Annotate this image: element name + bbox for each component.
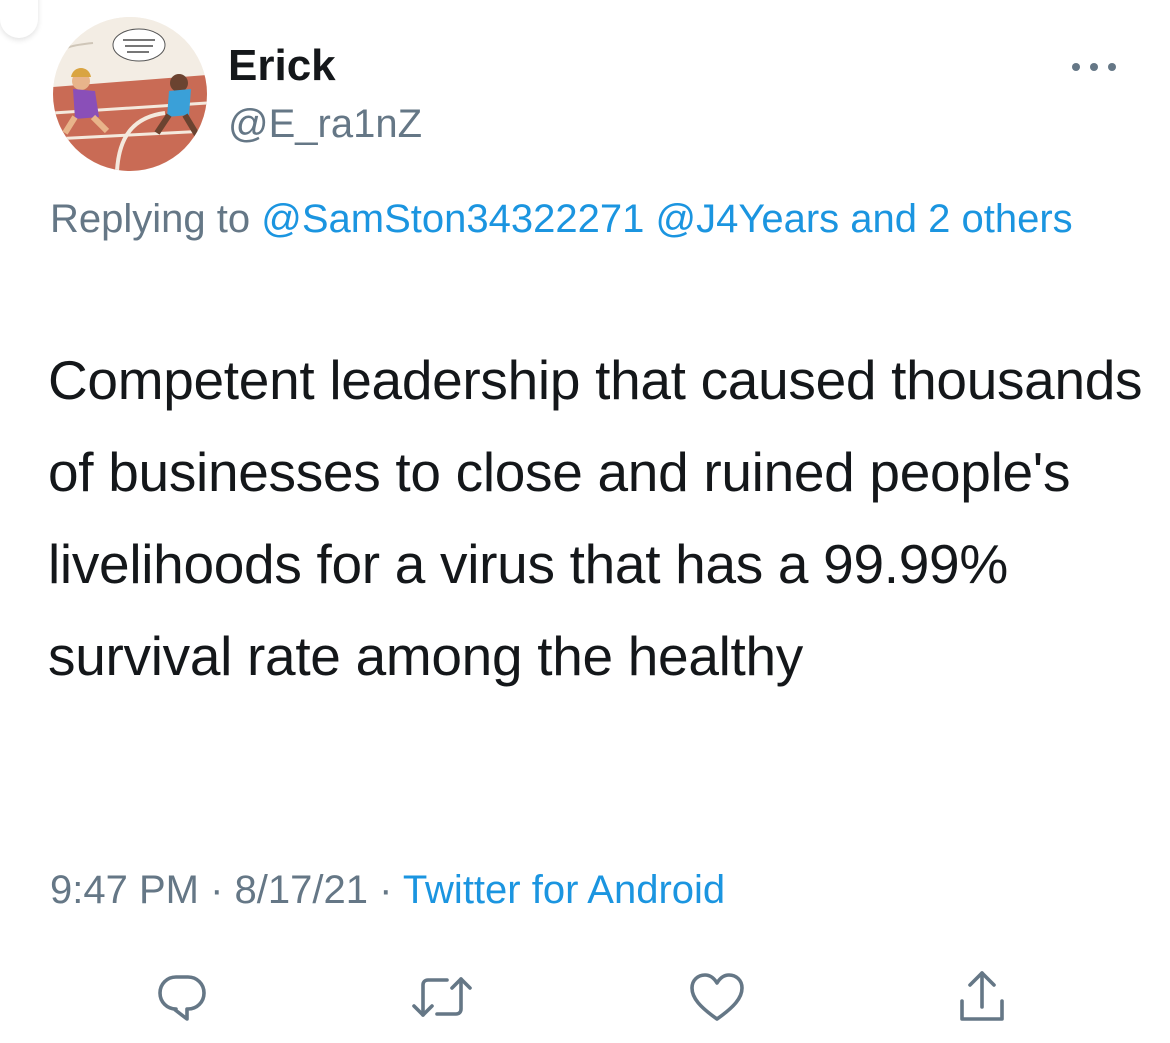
more-options-button[interactable] xyxy=(1066,52,1122,82)
reply-button[interactable] xyxy=(151,966,213,1028)
meta-separator: · xyxy=(198,868,235,912)
reply-prefix: Replying to xyxy=(50,197,262,241)
meta-separator: · xyxy=(367,868,403,912)
action-bar xyxy=(0,966,1170,1028)
tweet-time: 9:47 PM xyxy=(50,868,199,912)
tweet-text: Competent leadership that caused thousan… xyxy=(48,349,1143,687)
mention-link[interactable]: @SamSton34322271 xyxy=(261,197,644,241)
display-name[interactable]: Erick xyxy=(228,38,422,94)
tweet-source-link[interactable]: Twitter for Android xyxy=(403,868,725,912)
retweet-button[interactable] xyxy=(411,966,473,1028)
more-horizontal-icon xyxy=(1072,63,1116,71)
tweet-metadata: 9:47 PM · 8/17/21 · Twitter for Android xyxy=(50,862,725,918)
share-button[interactable] xyxy=(951,966,1013,1028)
like-button[interactable] xyxy=(686,966,748,1028)
user-handle[interactable]: @E_ra1nZ xyxy=(228,98,422,150)
scroll-indicator xyxy=(0,0,38,38)
retweet-icon xyxy=(412,977,472,1017)
reply-icon xyxy=(158,975,206,1021)
avatar[interactable] xyxy=(53,17,207,171)
share-icon xyxy=(960,971,1004,1021)
author-block[interactable]: Erick @E_ra1nZ xyxy=(228,38,422,150)
tweet-date: 8/17/21 xyxy=(234,868,368,912)
heart-icon xyxy=(690,973,744,1021)
mention-link[interactable]: @J4Years xyxy=(655,197,839,241)
others-link[interactable]: and 2 others xyxy=(839,197,1072,241)
avatar-image xyxy=(53,17,207,171)
reply-context: Replying to @SamSton34322271 @J4Years an… xyxy=(50,188,1130,250)
